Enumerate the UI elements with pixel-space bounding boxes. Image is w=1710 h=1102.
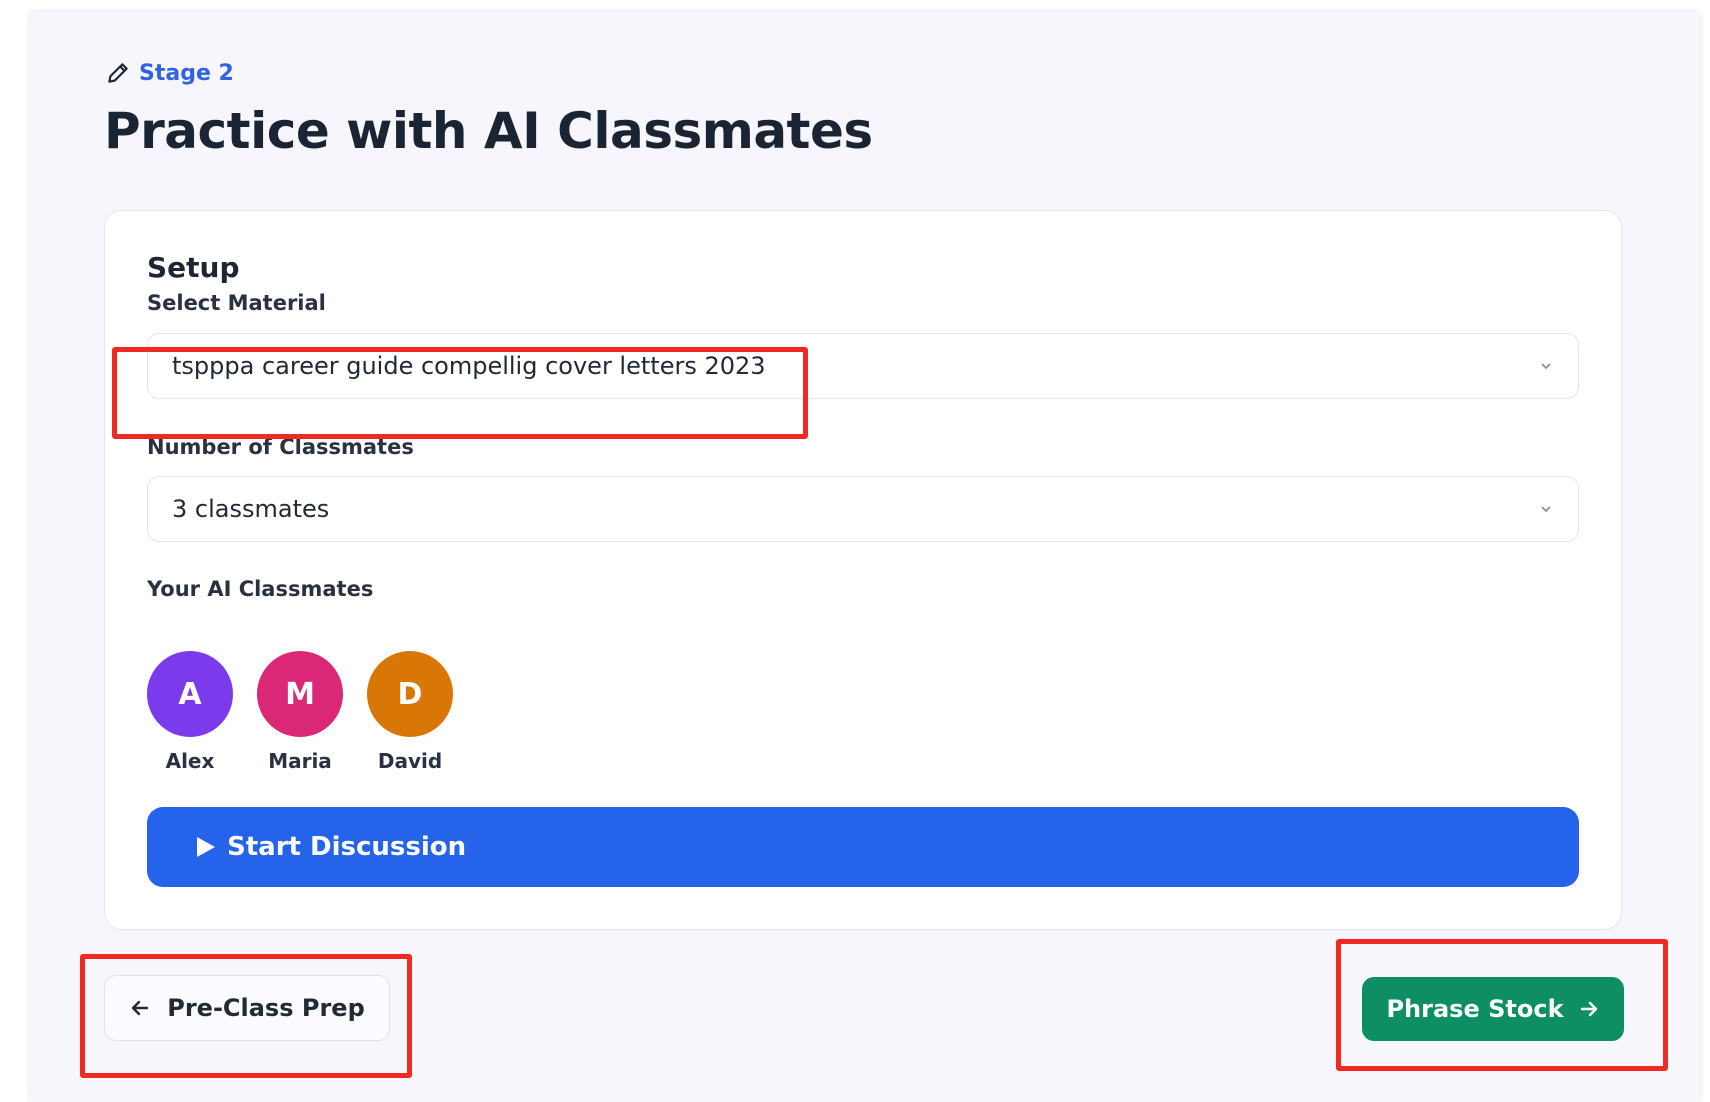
start-discussion-button[interactable]: Start Discussion [147,807,1579,887]
stage-label: Stage 2 [139,60,234,86]
classmate-item: M Maria [257,651,343,773]
chevron-down-icon [1541,506,1551,513]
stage-indicator: Stage 2 [105,60,234,86]
number-of-classmates-dropdown[interactable]: 3 classmates [147,476,1579,542]
avatar: M [257,651,343,737]
classmate-name: Alex [165,749,215,773]
classmate-name: Maria [268,749,332,773]
ai-classmates-label: Your AI Classmates [147,577,374,601]
number-of-classmates-value: 3 classmates [172,495,330,523]
pencil-icon [108,63,128,83]
play-icon [197,837,215,857]
avatar: D [367,651,453,737]
setup-heading: Setup [147,251,240,284]
highlight-box-material [112,347,808,439]
start-discussion-label: Start Discussion [227,832,467,862]
avatar: A [147,651,233,737]
highlight-box-prev [80,954,412,1078]
classmate-item: D David [367,651,453,773]
classmate-name: David [377,749,443,773]
highlight-box-next [1336,939,1668,1071]
chevron-down-icon [1541,363,1551,370]
ai-classmates-list: A Alex M Maria D David [147,651,453,773]
select-material-label: Select Material [147,291,326,315]
setup-card: Setup Select Material tspppa career guid… [104,210,1622,930]
page-title: Practice with AI Classmates [104,102,873,160]
classmate-item: A Alex [147,651,233,773]
